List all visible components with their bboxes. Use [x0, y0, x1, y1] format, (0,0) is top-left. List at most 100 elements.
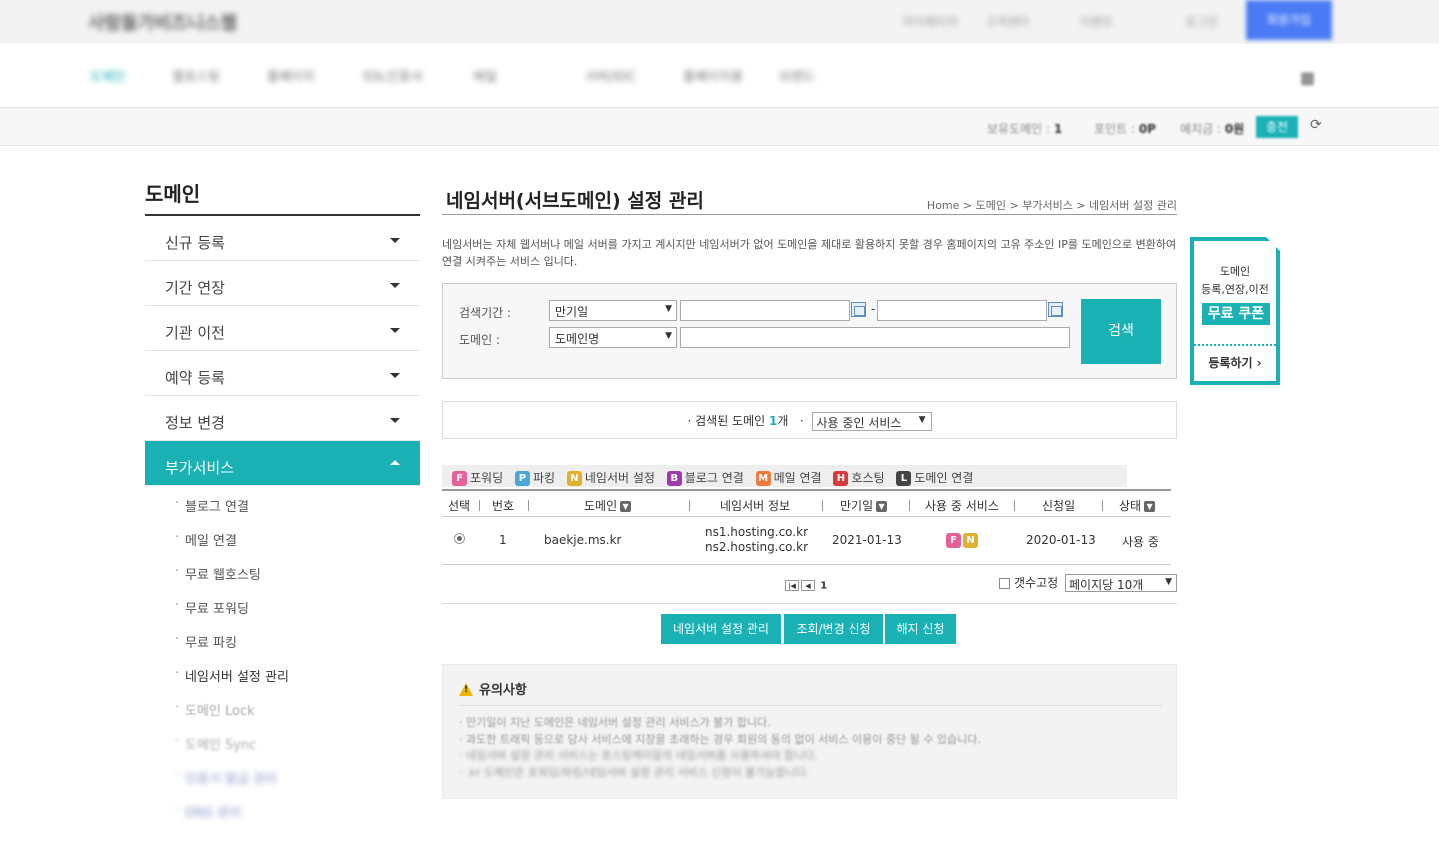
- nameserver-badge-icon: N: [963, 533, 978, 548]
- col-nameserver: 네임서버 정보: [720, 499, 791, 513]
- domain-label: 도메인 :: [459, 333, 500, 347]
- result-prefix: · 검색된 도메인: [687, 414, 766, 428]
- notice-panel: 유의사항 만기일이 지난 도메인은 네임서버 설정 관리 서비스가 불가 합니다…: [442, 664, 1177, 799]
- sort-icon[interactable]: ▼: [876, 501, 888, 512]
- service-filter-select[interactable]: 사용 중인 서비스 ▼: [811, 412, 932, 431]
- divider: [442, 603, 1177, 604]
- signup-button[interactable]: 회원가입: [1246, 0, 1332, 40]
- subnav-nameserver-management[interactable]: 네임서버 설정 관리: [175, 666, 420, 700]
- fix-count-checkbox[interactable]: [999, 578, 1010, 589]
- gnb-item-brand[interactable]: 브랜드: [779, 66, 815, 85]
- page-current[interactable]: 1: [820, 581, 827, 592]
- gnb-item-homepage-bong[interactable]: 홈페이지봉: [683, 66, 743, 85]
- subnav-blog-link[interactable]: 블로그 연결: [175, 496, 420, 530]
- breadcrumb-domain[interactable]: 도메인: [976, 199, 1006, 212]
- gnb-item-mail[interactable]: 메일: [473, 66, 497, 85]
- subnav-free-forwarding[interactable]: 무료 포워딩: [175, 598, 420, 632]
- chevron-down-icon: [390, 328, 400, 333]
- top-bar: 사람들가비즈니스웹 마이페이지 고객센터 이벤트 로그인 회원가입: [0, 0, 1439, 44]
- calendar-icon[interactable]: [851, 302, 866, 317]
- sort-icon[interactable]: ▼: [1144, 501, 1156, 512]
- per-page-select[interactable]: 페이지당 10개 ▼: [1065, 574, 1177, 592]
- gnb-item-homepage[interactable]: 홈페이지: [267, 66, 315, 85]
- row-ns1: ns1.hosting.co.kr: [705, 525, 809, 539]
- page-description: 네임서버는 자체 웹서버나 메일 서버를 가지고 계시지만 네임서버가 없어 도…: [442, 238, 1177, 268]
- util-link-event[interactable]: 이벤트: [1080, 13, 1113, 30]
- subnav-domain-sync[interactable]: 도메인 Sync: [175, 734, 420, 768]
- row-domain: baekje.ms.kr: [544, 533, 622, 547]
- util-link-support[interactable]: 고객센터: [985, 13, 1029, 30]
- notice-item: 만기일이 지난 도메인은 네임서버 설정 관리 서비스가 불가 합니다.: [459, 715, 981, 732]
- caret-down-icon: ▼: [1165, 577, 1172, 587]
- notice-item: 네임서버 설정 관리 서비스는 호스팅케이알의 네임서버를 사용하셔야 합니다.: [459, 748, 981, 765]
- notice-item: 과도한 트래픽 등으로 당사 서비스에 지장을 초래하는 경우 회원의 동의 없…: [459, 732, 981, 749]
- free-coupon-banner[interactable]: 도메인 등록,연장,이전 무료 쿠폰 등록하기 ›: [1190, 237, 1280, 385]
- caret-down-icon: ▼: [665, 331, 672, 341]
- gnb-item-domain[interactable]: 도메인: [90, 66, 126, 85]
- coupon-dotted-line: [1194, 344, 1276, 346]
- subnav-cert-management[interactable]: 인증서 발급 관리: [175, 768, 420, 802]
- col-applied: 신청일: [1042, 499, 1076, 513]
- nameserver-manage-button[interactable]: 네임서버 설정 관리: [661, 614, 781, 644]
- subnav-domain-lock[interactable]: 도메인 Lock: [175, 700, 420, 734]
- fix-count-toggle[interactable]: 갯수고정: [999, 574, 1058, 591]
- util-link-login[interactable]: 로그인: [1185, 13, 1218, 30]
- notice-title-text: 유의사항: [479, 683, 527, 698]
- date-separator: -: [871, 302, 876, 316]
- sidebar-item-transfer[interactable]: 기관 이전: [145, 306, 420, 351]
- sidebar-item-renewal[interactable]: 기간 연장: [145, 261, 420, 306]
- sidebar-item-extra-services[interactable]: 부가서비스: [145, 441, 420, 486]
- domain-search-input[interactable]: [680, 327, 1070, 348]
- fix-count-label: 갯수고정: [1014, 576, 1059, 590]
- charge-button[interactable]: 충전: [1256, 116, 1298, 138]
- search-button[interactable]: 검색: [1081, 299, 1161, 364]
- col-number: 번호: [492, 499, 515, 513]
- subnav-mail-link[interactable]: 메일 연결: [175, 530, 420, 564]
- row-ns2: ns2.hosting.co.kr: [705, 540, 809, 554]
- table-row[interactable]: 1 baekje.ms.kr ns1.hosting.co.kr ns2.hos…: [442, 517, 1171, 565]
- page-title: 네임서버(서브도메인) 설정 관리: [446, 190, 704, 212]
- period-select[interactable]: 만기일 ▼: [549, 300, 677, 321]
- subnav-dns-management[interactable]: DNS 관리: [175, 802, 420, 836]
- breadcrumb-home[interactable]: Home: [927, 199, 959, 212]
- col-divider: [822, 500, 823, 511]
- legend-label: 메일 연결: [773, 471, 822, 485]
- legend-label: 포워딩: [470, 471, 504, 485]
- first-page-icon[interactable]: |◀: [785, 580, 799, 591]
- subnav-free-webhosting[interactable]: 무료 웹호스팅: [175, 564, 420, 598]
- refresh-icon[interactable]: ⟳: [1310, 117, 1322, 133]
- sidebar-item-reservation[interactable]: 예약 등록: [145, 351, 420, 396]
- sidebar-item-label: 신규 등록: [165, 234, 225, 252]
- cancel-service-button[interactable]: 해지 신청: [885, 614, 956, 644]
- calendar-icon[interactable]: [1048, 302, 1063, 317]
- filter-prefix: ·: [799, 414, 804, 428]
- sidebar-item-info-change[interactable]: 정보 변경: [145, 396, 420, 441]
- domain-table: 선택 번호 도메인 ▼ 네임서버 정보 만기일 ▼ 사용 중 서비스 신청일 상태 ▼…: [442, 489, 1171, 565]
- notice-title: 유의사항: [459, 679, 527, 698]
- end-date-input[interactable]: [877, 300, 1047, 321]
- domain-select[interactable]: 도메인명 ▼: [549, 327, 677, 348]
- col-expire-label: 만기일: [840, 499, 874, 513]
- col-select: 선택: [448, 499, 471, 513]
- chevron-down-icon: [390, 373, 400, 378]
- subnav-free-parking[interactable]: 무료 파킹: [175, 632, 420, 666]
- sort-icon[interactable]: ▼: [620, 501, 632, 512]
- col-expire[interactable]: 만기일 ▼: [840, 497, 888, 514]
- inquiry-change-button[interactable]: 조회/변경 신청: [784, 614, 883, 644]
- util-link-mypage[interactable]: 마이페이지: [903, 13, 958, 30]
- sidebar-item-new-registration[interactable]: 신규 등록: [145, 216, 420, 261]
- breadcrumb-extra[interactable]: 부가서비스: [1022, 199, 1073, 212]
- gnb-item-server[interactable]: 서버/IDC: [585, 66, 636, 85]
- site-logo[interactable]: 사람들가비즈니스웹: [88, 9, 237, 35]
- start-date-input[interactable]: [680, 300, 850, 321]
- row-select-radio[interactable]: [454, 533, 465, 544]
- prev-page-icon[interactable]: ◀: [801, 580, 815, 591]
- gnb-item-ssl[interactable]: SSL인증서: [363, 66, 423, 85]
- col-status[interactable]: 상태 ▼: [1119, 497, 1156, 514]
- col-divider: [1102, 500, 1103, 511]
- all-menu-icon[interactable]: ▦: [1300, 68, 1315, 87]
- period-label: 검색기간 :: [459, 306, 512, 320]
- col-domain[interactable]: 도메인 ▼: [584, 497, 632, 514]
- coupon-register-link[interactable]: 등록하기 ›: [1194, 354, 1276, 371]
- gnb-item-webhosting[interactable]: 웹호스팅: [172, 66, 220, 85]
